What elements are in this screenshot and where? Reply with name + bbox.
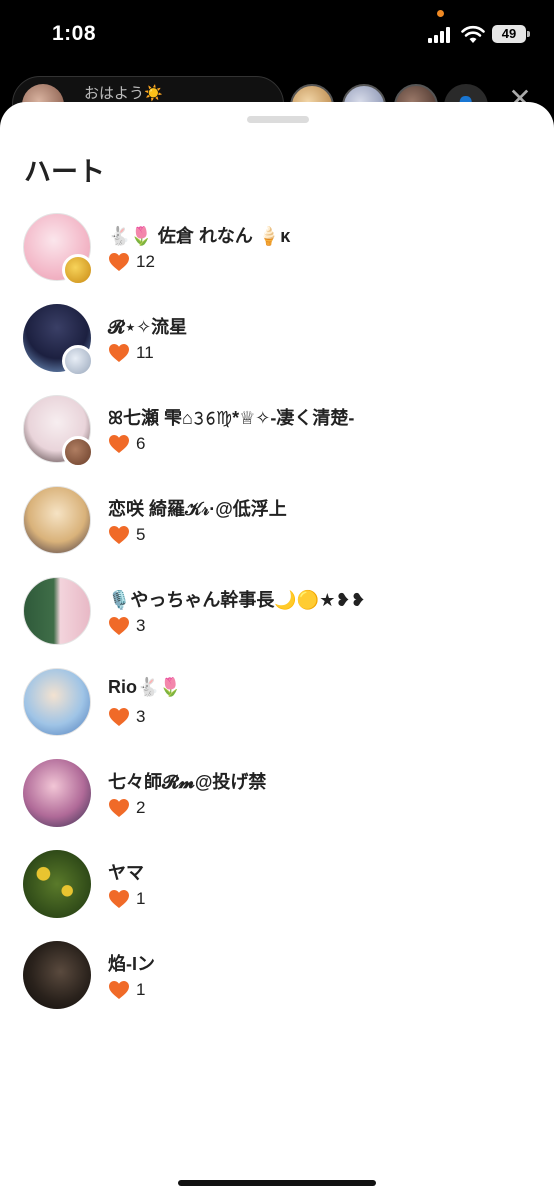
hearts-list: 🐇🌷 佐倉 れなん 🍦ᴋ 12 𝓡⋆✧流星 11 ꕤ七瀬 雫⌂𝟹𝟼♍︎*♕✧-凄… — [0, 210, 554, 1029]
battery-tip — [527, 31, 530, 37]
sheet-title: ハート — [24, 157, 105, 187]
avatar — [23, 668, 91, 736]
list-item[interactable]: 恋咲 綺羅𝒦𝓇·@低浮上 5 — [0, 483, 554, 574]
heart-count-value: 5 — [136, 525, 146, 544]
heart-count-value: 1 — [136, 889, 146, 908]
heart-count-value: 3 — [136, 616, 146, 635]
gift-badge-icon — [62, 254, 94, 286]
status-bar: 1:08 49 — [0, 0, 554, 70]
user-name: 七々師𝓡𝓶@投げ禁 — [108, 772, 267, 792]
user-name: ꕤ七瀬 雫⌂𝟹𝟼♍︎*♕✧-凄く清楚- — [108, 408, 355, 428]
heart-icon — [109, 344, 129, 362]
home-indicator[interactable] — [178, 1180, 376, 1186]
heart-count-value: 12 — [136, 252, 155, 271]
user-name: 🐇🌷 佐倉 れなん 🍦ᴋ — [108, 226, 291, 246]
user-name: 恋咲 綺羅𝒦𝓇·@低浮上 — [108, 499, 287, 519]
gift-badge-icon — [62, 345, 94, 377]
user-name: 焰-Iン — [108, 954, 155, 974]
list-item[interactable]: 🐇🌷 佐倉 れなん 🍦ᴋ 12 — [0, 210, 554, 301]
heart-icon — [109, 708, 129, 726]
user-name: ヤマ — [108, 863, 144, 883]
wifi-icon — [461, 25, 485, 43]
gift-badge-icon — [62, 436, 94, 468]
list-item[interactable]: 𝓡⋆✧流星 11 — [0, 301, 554, 392]
avatar — [23, 759, 91, 827]
list-item[interactable]: 七々師𝓡𝓶@投げ禁 2 — [0, 756, 554, 847]
heart-icon — [109, 526, 129, 544]
heart-count-value: 6 — [136, 434, 146, 453]
user-name: 🎙️やっちゃん幹事長🌙🟡★❥❥ — [108, 590, 366, 610]
avatar — [23, 941, 91, 1009]
hearts-sheet: ハート 🐇🌷 佐倉 れなん 🍦ᴋ 12 𝓡⋆✧流星 11 ꕤ七瀬 雫⌂𝟹𝟼♍︎* — [0, 102, 554, 1199]
cellular-signal-icon — [428, 27, 454, 43]
heart-icon — [109, 981, 129, 999]
user-name: Rio🐇🌷 — [108, 677, 182, 697]
user-name: 𝓡⋆✧流星 — [108, 317, 188, 337]
heart-count-value: 11 — [136, 343, 154, 362]
list-item[interactable]: ꕤ七瀬 雫⌂𝟹𝟼♍︎*♕✧-凄く清楚- 6 — [0, 392, 554, 483]
heart-icon — [109, 617, 129, 635]
avatar — [23, 577, 91, 645]
heart-icon — [109, 890, 129, 908]
list-item[interactable]: ヤマ 1 — [0, 847, 554, 938]
heart-icon — [109, 799, 129, 817]
heart-icon — [109, 253, 129, 271]
sheet-grabber[interactable] — [247, 116, 309, 123]
heart-count-value: 3 — [136, 707, 146, 726]
list-item[interactable]: 焰-Iン 1 — [0, 938, 554, 1029]
heart-count-value: 2 — [136, 798, 146, 817]
status-time: 1:08 — [52, 22, 97, 45]
battery-icon: 49 — [492, 25, 526, 43]
heart-icon — [109, 435, 129, 453]
comment-text: おはよう☀️ — [84, 85, 163, 102]
mic-indicator-dot — [437, 10, 444, 17]
avatar — [23, 486, 91, 554]
heart-count-value: 1 — [136, 980, 146, 999]
list-item[interactable]: 🎙️やっちゃん幹事長🌙🟡★❥❥ 3 — [0, 574, 554, 665]
avatar — [23, 850, 91, 918]
list-item[interactable]: Rio🐇🌷 3 — [0, 665, 554, 756]
